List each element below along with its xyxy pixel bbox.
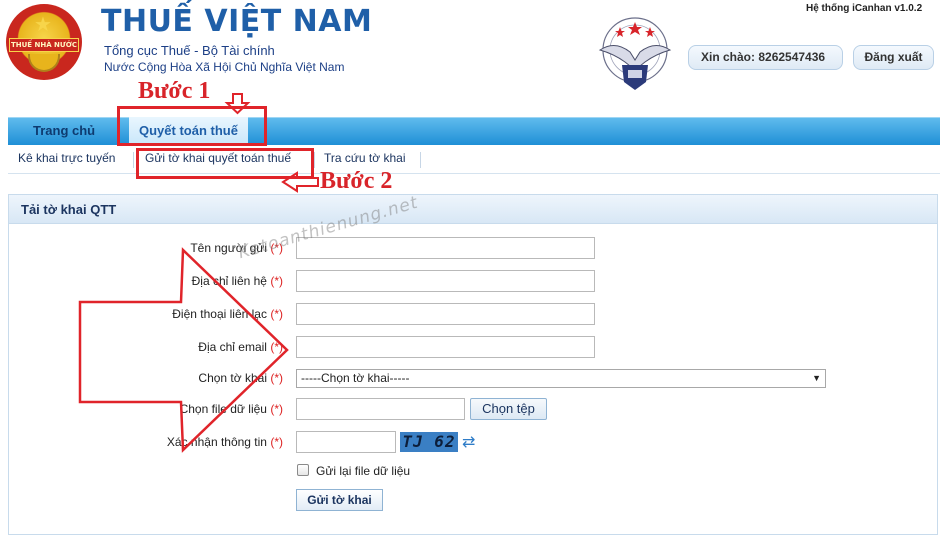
national-tax-emblem-logo: ★ THUẾ NHÀ NƯỚC	[6, 4, 82, 80]
logo-band-text: THUẾ NHÀ NƯỚC	[9, 38, 79, 52]
contact-phone-label: Điện thoại liên lạc (*)	[172, 307, 283, 321]
resend-file-checkbox[interactable]	[297, 464, 309, 476]
site-subtitle-country: Nước Cộng Hòa Xã Hội Chủ Nghĩa Việt Nam	[104, 60, 345, 74]
declaration-select[interactable]: -----Chọn tờ khai----- ▼	[296, 369, 826, 388]
system-version-label: Hệ thống iCanhan v1.0.2	[806, 3, 923, 14]
captcha-image: TJ 62	[400, 432, 458, 452]
dropdown-arrow-icon: ▼	[812, 373, 821, 383]
select-declaration-label: Chọn tờ khai (*)	[198, 371, 283, 385]
captcha-label: Xác nhận thông tin (*)	[166, 435, 283, 449]
submit-declaration-button[interactable]: Gửi tờ khai	[296, 489, 383, 511]
subnav-divider	[133, 152, 134, 168]
contact-phone-input[interactable]	[296, 303, 595, 325]
subnav-divider	[314, 152, 315, 168]
refresh-captcha-icon[interactable]: ⇄	[462, 433, 475, 451]
logout-button[interactable]: Đăng xuất	[853, 45, 934, 70]
star-icon: ★	[34, 12, 52, 36]
email-input[interactable]	[296, 336, 595, 358]
step-2-label: Bước 2	[320, 168, 393, 194]
contact-address-label: Địa chỉ liên hệ (*)	[191, 274, 283, 288]
email-label: Địa chỉ email (*)	[198, 340, 283, 354]
captcha-input[interactable]	[296, 431, 396, 453]
tab-home[interactable]: Trang chủ	[33, 117, 95, 145]
site-subtitle-ministry: Tổng cục Thuế - Bộ Tài chính	[104, 43, 275, 58]
gear-icon	[28, 54, 60, 72]
contact-address-input[interactable]	[296, 270, 595, 292]
subnav-lookup-declaration[interactable]: Tra cứu tờ khai	[324, 151, 405, 165]
subnav-online-declaration[interactable]: Kê khai trực tuyến	[18, 151, 115, 165]
user-greeting-button[interactable]: Xin chào: 8262547436	[688, 45, 843, 70]
file-path-field	[296, 398, 465, 420]
panel-title: Tải tờ khai QTT	[21, 202, 117, 217]
watermark-logo	[598, 17, 672, 90]
page: ★ THUẾ NHÀ NƯỚC THUẾ VIỆT NAM Tổng cục T…	[0, 0, 940, 535]
step-2-highlight-box	[136, 148, 314, 179]
step-1-highlight-box	[117, 106, 267, 146]
subnav-divider	[420, 152, 421, 168]
site-title: THUẾ VIỆT NAM	[101, 4, 373, 39]
select-file-label: Chọn file dữ liệu (*)	[179, 402, 283, 416]
choose-file-button[interactable]: Chọn tệp	[470, 398, 547, 420]
step-1-label: Bước 1	[138, 78, 211, 104]
panel-header	[8, 194, 938, 224]
declaration-select-value: -----Chọn tờ khai-----	[301, 371, 410, 385]
sender-name-input[interactable]	[296, 237, 595, 259]
resend-file-label: Gửi lại file dữ liệu	[316, 464, 411, 478]
